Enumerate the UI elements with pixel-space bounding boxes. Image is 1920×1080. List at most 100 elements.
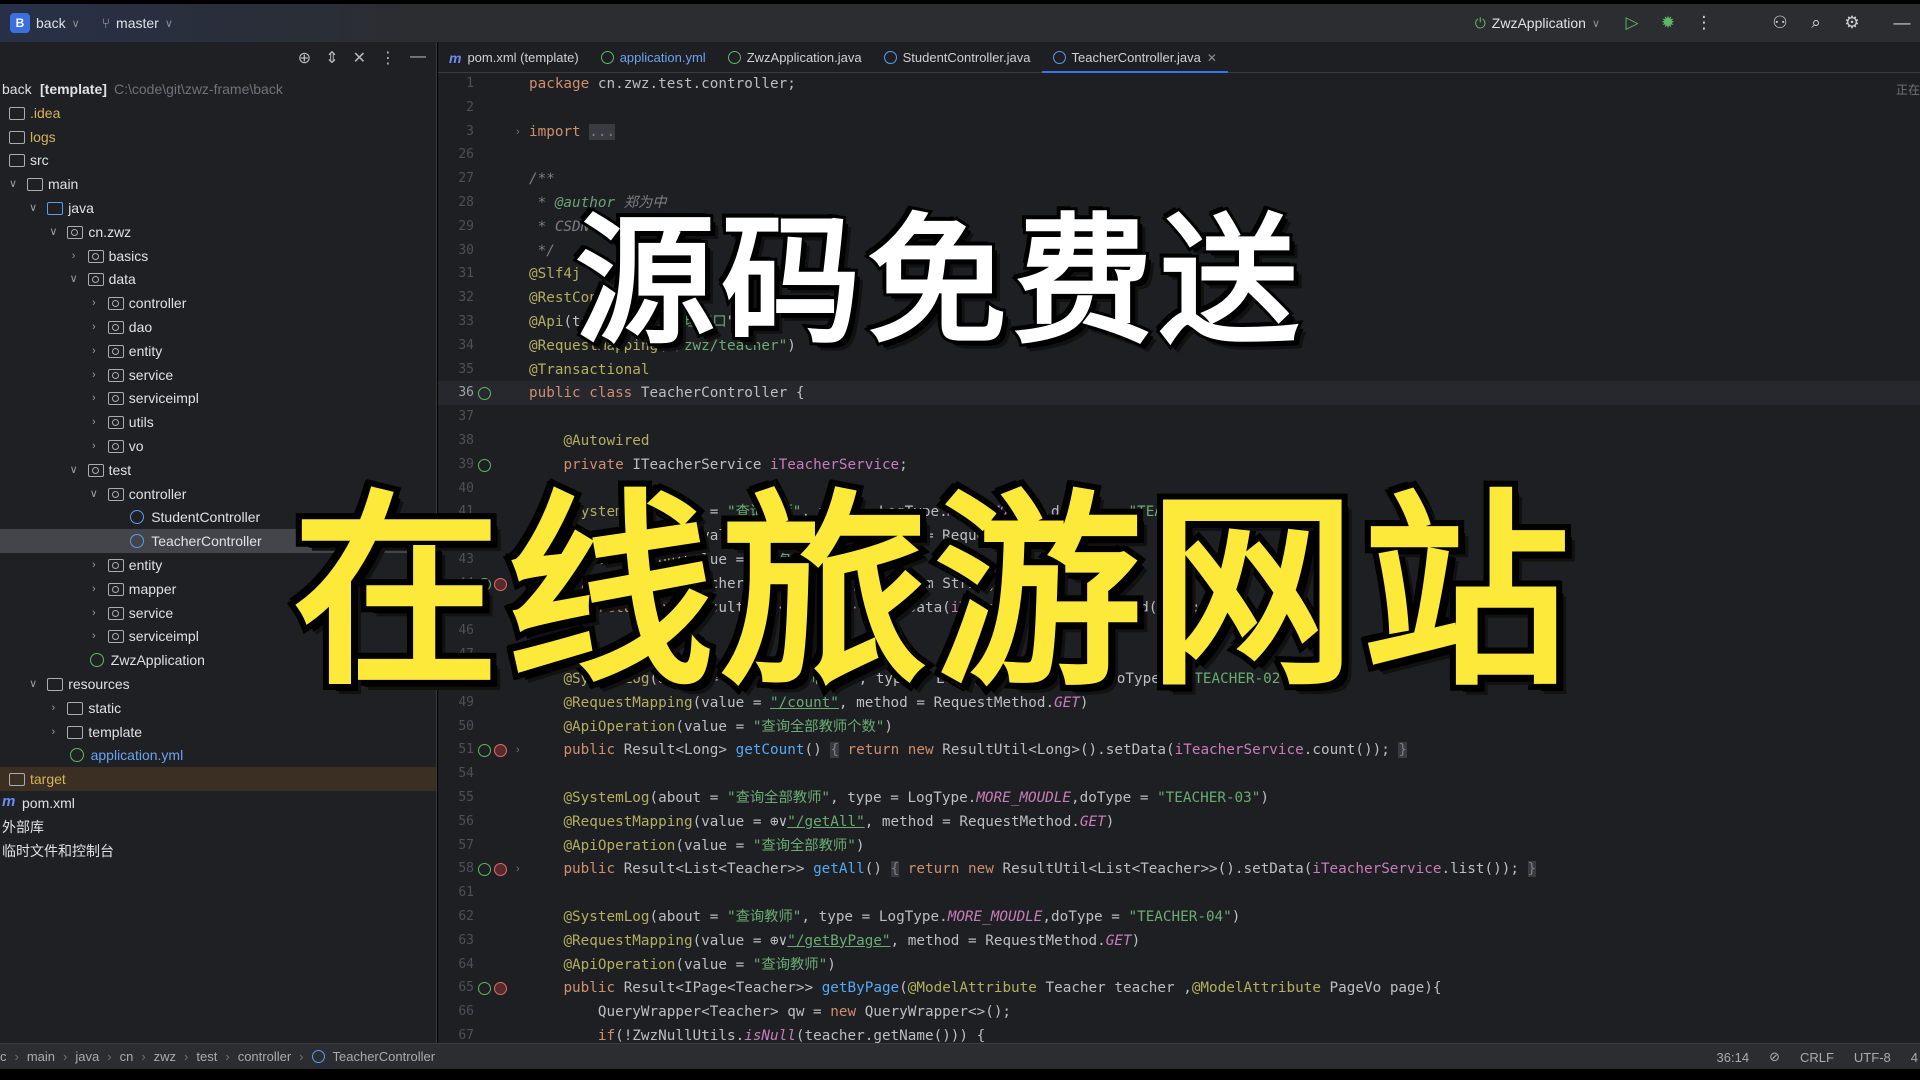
line-number: 30 [458, 242, 474, 258]
run-config-selector[interactable]: ⏻ ZwzApplication ∨ [1475, 15, 1600, 32]
line-number: 1 [466, 76, 474, 91]
tree-item[interactable]: › basics [0, 244, 436, 268]
chevron-right-icon[interactable]: › [87, 434, 101, 458]
code-token: getByPage [821, 980, 900, 997]
breadcrumb-item[interactable]: cn [120, 1049, 134, 1064]
tree-item[interactable]: › template [0, 720, 436, 744]
chevron-right-icon[interactable]: › [87, 339, 101, 363]
tree-item[interactable]: back [template] C:\code\git\zwz-frame\back [0, 77, 436, 101]
chevron-down-icon[interactable]: ∨ [26, 196, 40, 220]
request-mapping-gutter-icon[interactable] [494, 982, 507, 996]
tree-item[interactable]: 临时文件和控制台 [0, 839, 436, 863]
project-selector[interactable]: B back ∨ [10, 13, 80, 33]
chevron-down-icon[interactable]: ∨ [67, 458, 81, 482]
tree-item[interactable]: › service [0, 363, 436, 387]
locate-icon[interactable]: ⊕ [298, 48, 311, 68]
request-mapping-gutter-icon[interactable] [494, 744, 507, 758]
breadcrumb-item[interactable]: main [27, 1049, 55, 1064]
line-ending[interactable]: CRLF [1800, 1050, 1834, 1065]
close-icon[interactable]: ✕ [1207, 51, 1217, 65]
tree-item[interactable]: › controller [0, 291, 436, 315]
tree-item[interactable]: 外部库 [0, 815, 436, 839]
chevron-down-icon[interactable]: ∨ [67, 267, 81, 291]
chevron-right-icon[interactable]: › [87, 410, 101, 434]
tab-pom-xml-template-[interactable]: m pom.xml (template) [438, 42, 590, 73]
breadcrumb-item[interactable]: controller [238, 1049, 291, 1064]
tree-item[interactable]: › serviceimpl [0, 386, 436, 410]
chevron-right-icon[interactable]: › [87, 553, 101, 577]
fold-chevron-icon[interactable]: › [516, 857, 520, 881]
bean-gutter-icon[interactable] [478, 744, 491, 758]
breadcrumb-item[interactable]: java [75, 1049, 99, 1064]
tree-item[interactable]: › dao [0, 315, 436, 339]
chevron-right-icon[interactable]: › [46, 720, 60, 744]
collapse-all-icon[interactable]: ✕ [353, 48, 366, 68]
code-line: @SystemLog(about = "查询教师", type = LogTyp… [529, 905, 1240, 929]
tab-application-yml[interactable]: application.yml [590, 42, 717, 73]
request-mapping-gutter-icon[interactable] [494, 863, 507, 877]
tree-item[interactable]: .idea [0, 101, 436, 125]
search-icon[interactable]: ⌕ [1798, 13, 1834, 33]
tab-studentcontroller-java[interactable]: StudentController.java [873, 42, 1042, 73]
tree-item[interactable]: src [0, 148, 436, 172]
line-number: 32 [458, 290, 474, 306]
tab-teachercontroller-java[interactable]: TeacherController.java ✕ [1041, 42, 1229, 74]
class-icon [311, 1050, 325, 1063]
branch-selector[interactable]: ⑂ master ∨ [102, 15, 173, 31]
tree-item[interactable]: › entity [0, 339, 436, 363]
chevron-right-icon[interactable]: › [87, 601, 101, 625]
options-icon[interactable]: ⋮ [380, 48, 396, 68]
add-user-icon[interactable]: ⚇ [1762, 13, 1798, 33]
gear-icon[interactable]: ⚙ [1834, 13, 1870, 33]
tree-item[interactable]: ∨ main [0, 172, 436, 196]
breadcrumb-item[interactable]: TeacherController [333, 1049, 436, 1064]
tree-item[interactable]: ∨ cn.zwz [0, 220, 436, 244]
indent-setting[interactable]: 4 [1911, 1050, 1918, 1065]
chevron-right-icon[interactable]: › [46, 696, 60, 720]
chevron-right-icon[interactable]: › [87, 291, 101, 315]
minimize-icon[interactable]: — [1884, 13, 1920, 33]
run-icon[interactable]: ▷ [1614, 13, 1650, 33]
hide-icon[interactable]: — [410, 48, 426, 68]
tab-zwzapplication-java[interactable]: ZwzApplication.java [717, 42, 873, 73]
caret-position[interactable]: 36:14 [1717, 1050, 1750, 1065]
chevron-right-icon[interactable]: › [87, 363, 101, 387]
more-icon[interactable]: ⋮ [1686, 13, 1722, 33]
code-token: @Api [529, 314, 564, 330]
tree-item[interactable]: › vo [0, 434, 436, 458]
no-vcs-icon[interactable]: ⊘ [1769, 1049, 1780, 1065]
breadcrumb-item[interactable]: test [196, 1049, 217, 1064]
tree-item[interactable]: ∨ java [0, 196, 436, 220]
bean-gutter-icon[interactable] [478, 458, 491, 472]
chevron-down-icon[interactable]: ∨ [6, 172, 20, 196]
fold-chevron-icon[interactable]: › [516, 738, 520, 762]
tree-item[interactable]: target [0, 767, 436, 792]
expand-all-icon[interactable]: ⇕ [325, 48, 338, 68]
chevron-down-icon[interactable]: ∨ [46, 220, 60, 244]
project-badge: B [10, 13, 30, 33]
tree-item[interactable]: application.yml [0, 743, 436, 767]
chevron-down-icon[interactable]: ∨ [26, 672, 40, 696]
bean-gutter-icon[interactable] [478, 863, 491, 877]
chevron-down-icon[interactable]: ∨ [87, 482, 101, 506]
fold-chevron-icon[interactable]: › [516, 120, 520, 144]
breadcrumb-item[interactable]: c [0, 1049, 7, 1064]
chevron-right-icon[interactable]: › [67, 244, 81, 268]
tree-item[interactable]: m pom.xml [0, 791, 436, 815]
chevron-down-icon: ∨ [71, 17, 80, 30]
breadcrumb-item[interactable]: zwz [154, 1049, 176, 1064]
chevron-right-icon[interactable]: › [87, 624, 101, 648]
file-encoding[interactable]: UTF-8 [1854, 1050, 1891, 1065]
tree-item[interactable]: logs [0, 125, 436, 149]
tree-item-label: entity [128, 557, 163, 573]
code-token: ) [1231, 909, 1241, 925]
chevron-right-icon[interactable]: › [87, 577, 101, 601]
tree-item[interactable]: › utils [0, 410, 436, 434]
tree-item[interactable]: ∨ data [0, 267, 436, 291]
code-token: if [597, 1028, 616, 1043]
chevron-right-icon[interactable]: › [87, 386, 101, 410]
bean-gutter-icon[interactable] [478, 982, 491, 996]
debug-icon[interactable]: ✹ [1650, 13, 1686, 33]
chevron-right-icon[interactable]: › [87, 315, 101, 339]
